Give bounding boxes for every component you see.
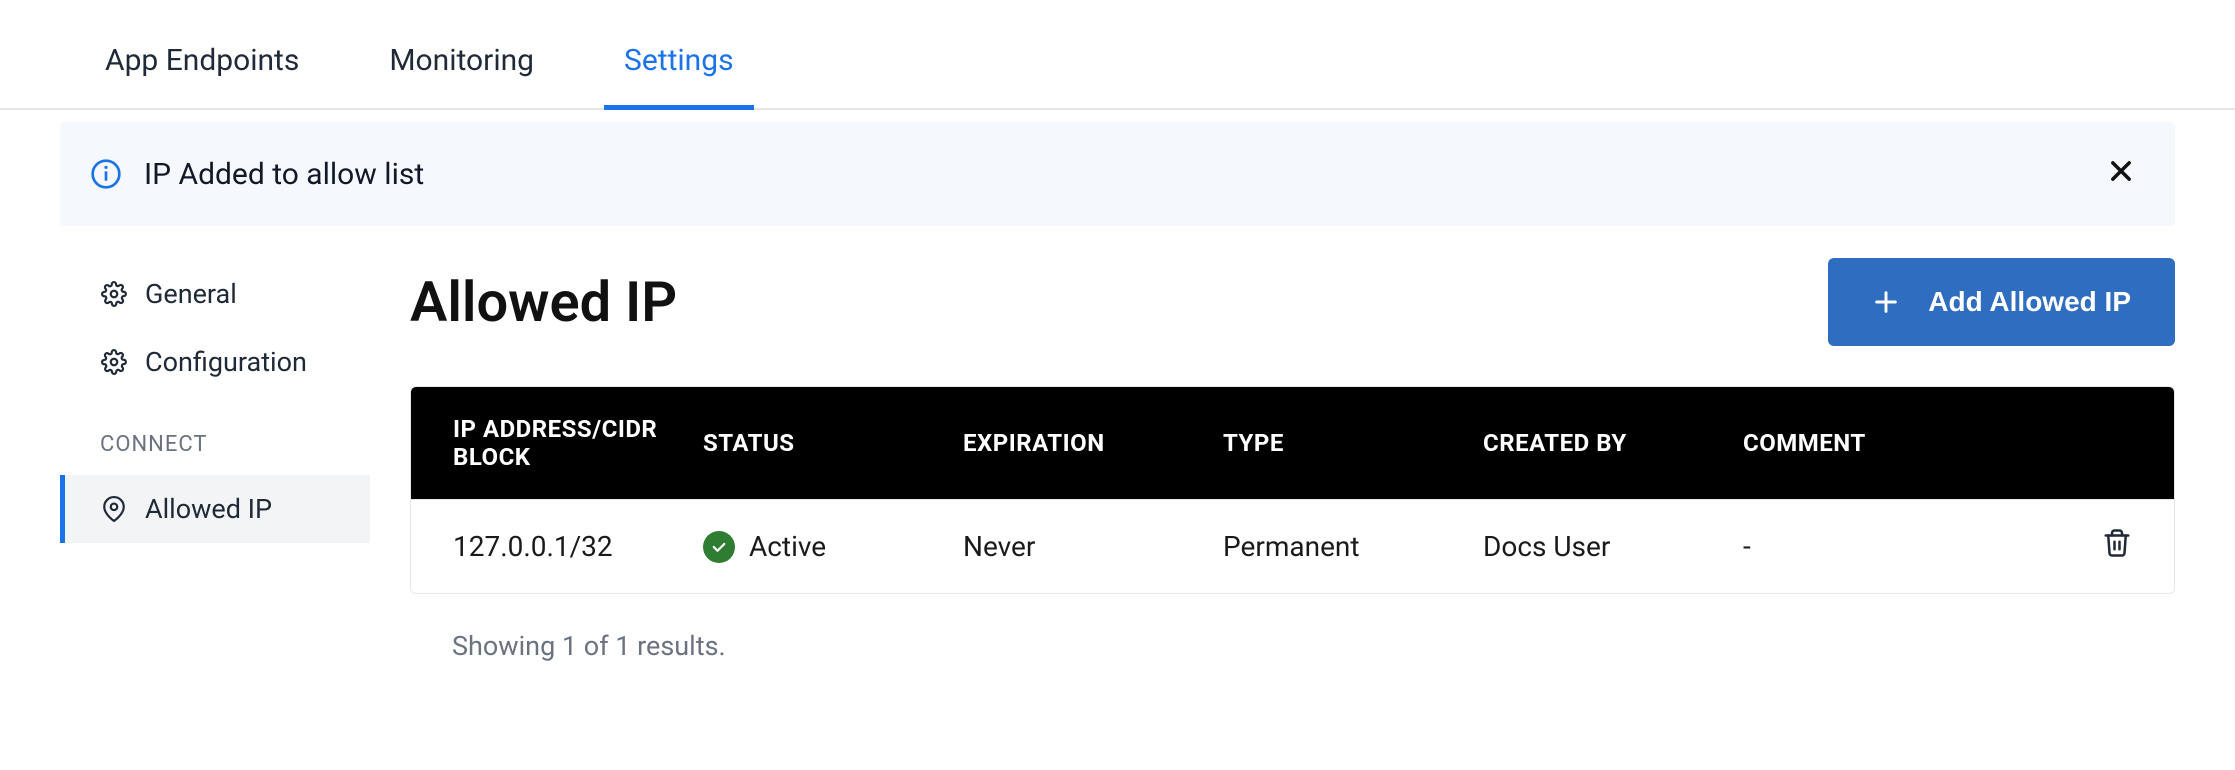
tab-monitoring[interactable]: Monitoring: [389, 19, 534, 108]
page-title: Allowed IP: [410, 269, 677, 335]
cell-status: Active: [703, 530, 963, 563]
top-tabs: App Endpoints Monitoring Settings: [0, 0, 2235, 110]
sidebar-item-general[interactable]: General: [60, 260, 370, 328]
sidebar-section-label: CONNECT: [60, 396, 370, 475]
th-comment: COMMENT: [1743, 429, 2072, 457]
sidebar-item-label: General: [145, 278, 237, 310]
sidebar-item-configuration[interactable]: Configuration: [60, 328, 370, 396]
status-text: Active: [749, 530, 826, 563]
cell-expiration: Never: [963, 530, 1223, 563]
th-created-by: CREATED BY: [1483, 429, 1743, 457]
th-ip: IP ADDRESS/CIDR BLOCK: [453, 415, 703, 471]
tab-settings[interactable]: Settings: [624, 19, 734, 108]
gear-icon: [101, 281, 127, 307]
tab-app-endpoints[interactable]: App Endpoints: [105, 19, 299, 108]
main-panel: Allowed IP Add Allowed IP IP ADDRESS/CID…: [410, 250, 2175, 698]
th-status: STATUS: [703, 429, 963, 457]
sidebar: General Configuration CONNECT Allowed IP: [60, 250, 370, 698]
main-header: Allowed IP Add Allowed IP: [410, 258, 2175, 346]
sidebar-item-allowed-ip[interactable]: Allowed IP: [60, 475, 370, 543]
results-count: Showing 1 of 1 results.: [410, 594, 2175, 698]
table-row: 127.0.0.1/32 Active Never Permanent Docs…: [411, 499, 2174, 593]
add-allowed-ip-button[interactable]: Add Allowed IP: [1828, 258, 2175, 346]
cell-created-by: Docs User: [1483, 530, 1743, 563]
cell-actions: [2072, 528, 2132, 565]
sidebar-item-label: Configuration: [145, 346, 307, 378]
cell-comment: -: [1743, 530, 2072, 563]
table-header: IP ADDRESS/CIDR BLOCK STATUS EXPIRATION …: [411, 387, 2174, 499]
th-type: TYPE: [1223, 429, 1483, 457]
check-circle-icon: [703, 531, 735, 563]
allowed-ip-table: IP ADDRESS/CIDR BLOCK STATUS EXPIRATION …: [410, 386, 2175, 594]
info-icon: [90, 158, 122, 190]
sidebar-item-label: Allowed IP: [145, 493, 272, 525]
content: General Configuration CONNECT Allowed IP: [0, 226, 2235, 738]
cell-ip: 127.0.0.1/32: [453, 530, 703, 563]
info-banner: IP Added to allow list: [60, 122, 2175, 226]
th-expiration: EXPIRATION: [963, 429, 1223, 457]
plus-icon: [1872, 288, 1900, 316]
button-label: Add Allowed IP: [1928, 286, 2131, 318]
gear-icon: [101, 349, 127, 375]
banner-text: IP Added to allow list: [144, 157, 2075, 192]
pin-icon: [101, 496, 127, 522]
close-icon[interactable]: [2097, 150, 2145, 198]
trash-icon[interactable]: [2102, 528, 2132, 565]
cell-type: Permanent: [1223, 530, 1483, 563]
